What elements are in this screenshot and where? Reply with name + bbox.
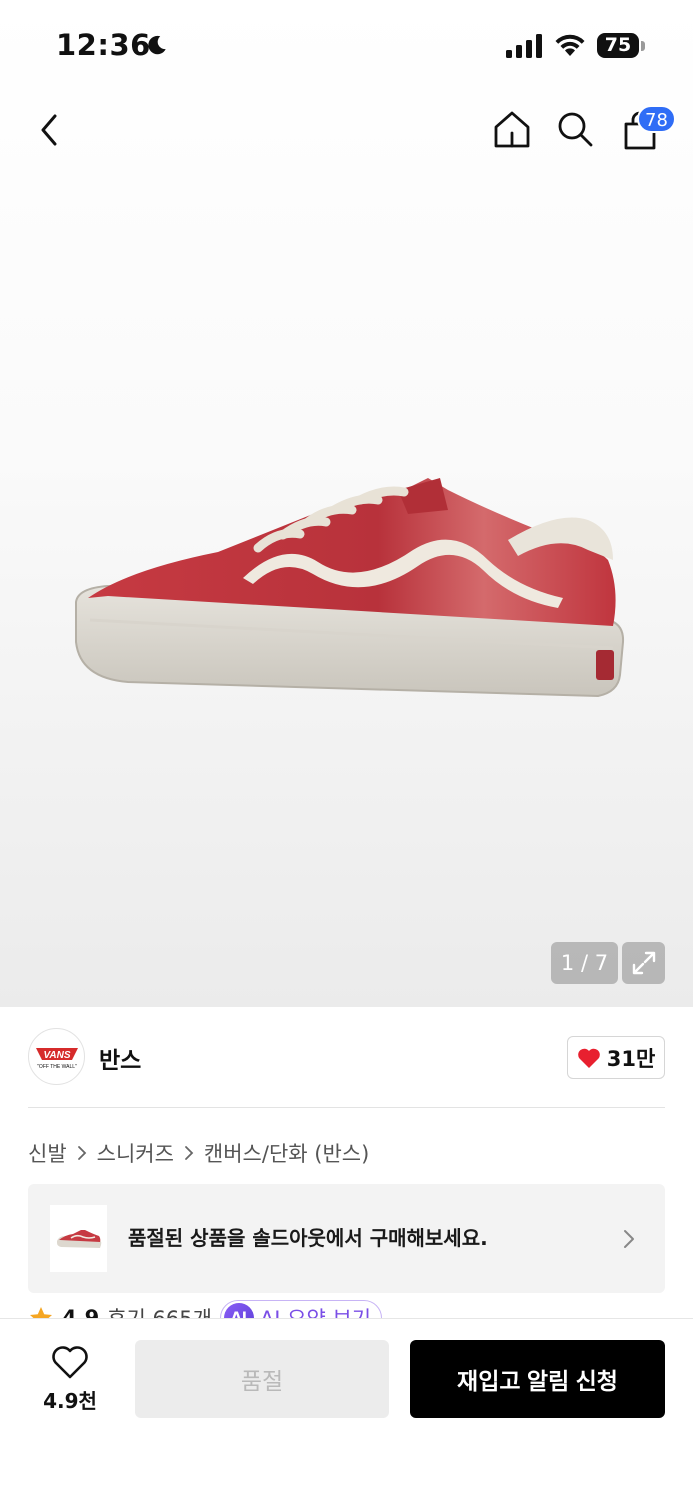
breadcrumb-item-canvas[interactable]: 캔버스/단화 (반스): [204, 1138, 369, 1168]
chevron-right-icon: [185, 1146, 194, 1160]
shoe-thumbnail-icon: [56, 1229, 101, 1248]
product-image-shoe: [75, 478, 625, 698]
home-button[interactable]: [490, 107, 534, 151]
battery-indicator: 75: [597, 33, 639, 58]
expand-image-button[interactable]: [622, 942, 665, 984]
image-counter: 1 / 7: [551, 942, 618, 984]
wishlist-count: 4.9천: [43, 1389, 97, 1413]
brand-logo[interactable]: VANS "OFF THE WALL": [28, 1028, 85, 1085]
breadcrumb-item-sneakers[interactable]: 스니커즈: [97, 1138, 174, 1168]
brand-name[interactable]: 반스: [99, 1041, 141, 1075]
wifi-icon: [555, 34, 585, 56]
back-button[interactable]: [28, 108, 72, 152]
chevron-right-icon: [77, 1146, 86, 1160]
expand-icon: [632, 951, 655, 975]
vans-logo-icon: VANS "OFF THE WALL": [35, 1047, 78, 1070]
heart-filled-icon: [577, 1048, 600, 1068]
soldout-button: 품절: [135, 1340, 389, 1418]
search-button[interactable]: [553, 107, 597, 151]
brand-like-count: 31만: [606, 1046, 656, 1071]
home-icon: [494, 111, 530, 148]
chevron-right-icon: [624, 1230, 634, 1248]
signal-icon: [506, 34, 542, 58]
brand-like-button[interactable]: 31만: [567, 1036, 665, 1079]
restock-alert-button[interactable]: 재입고 알림 신청: [410, 1340, 665, 1418]
breadcrumb: 신발 스니커즈 캔버스/단화 (반스): [28, 1138, 369, 1168]
search-icon: [558, 112, 593, 147]
chevron-left-icon: [41, 114, 57, 146]
soldout-banner-text: 품절된 상품을 솔드아웃에서 구매해보세요.: [128, 1226, 488, 1250]
status-time: 12:36: [56, 28, 151, 62]
moon-icon: [148, 35, 166, 55]
cart-count-badge: 78: [637, 105, 676, 133]
divider: [28, 1107, 665, 1108]
breadcrumb-item-shoes[interactable]: 신발: [28, 1138, 67, 1168]
battery-cap: [641, 41, 645, 51]
svg-text:VANS: VANS: [43, 1050, 70, 1061]
banner-thumbnail: [50, 1205, 107, 1272]
heart-outline-icon[interactable]: [51, 1344, 89, 1380]
svg-text:"OFF THE WALL": "OFF THE WALL": [37, 1064, 77, 1070]
